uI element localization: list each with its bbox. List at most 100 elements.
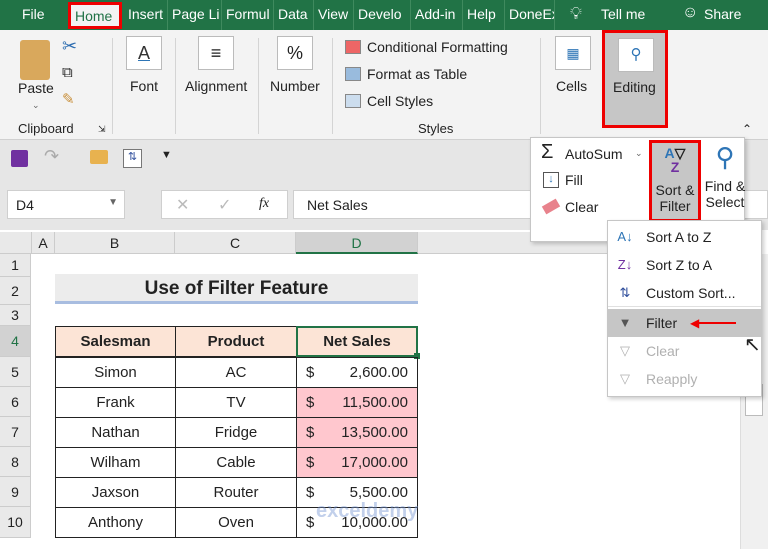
- magnifier-icon: ⚲: [715, 142, 735, 172]
- tab-insert[interactable]: Insert: [124, 0, 168, 30]
- header-salesman[interactable]: Salesman: [55, 326, 176, 357]
- cell-net-sales[interactable]: $11,500.00: [296, 387, 418, 418]
- cell-net-sales[interactable]: $2,600.00: [296, 357, 418, 388]
- format-painter-icon[interactable]: ✎: [62, 90, 75, 108]
- sort-z-to-a-icon: Z↓: [617, 257, 633, 272]
- cells-button[interactable]: Cells: [556, 78, 587, 94]
- row-header-5[interactable]: 5: [0, 357, 31, 387]
- header-net-sales-selected[interactable]: Net Sales: [296, 326, 418, 357]
- chevron-down-icon[interactable]: ▼: [108, 197, 118, 208]
- redo-icon[interactable]: ↷: [44, 146, 59, 167]
- tab-data[interactable]: Data: [274, 0, 314, 30]
- menu-item-filter[interactable]: ▼ Filter ◀: [608, 309, 761, 337]
- fill-button[interactable]: Fill: [565, 172, 583, 188]
- insert-function-button[interactable]: fx: [259, 196, 269, 212]
- save-icon[interactable]: [11, 150, 28, 167]
- cell-product[interactable]: Cable: [175, 447, 297, 478]
- row-header-4[interactable]: 4: [0, 326, 31, 357]
- menu-item-sort-a-to-z[interactable]: A↓ Sort A to Z: [608, 223, 761, 251]
- select-all-corner[interactable]: [0, 232, 32, 254]
- alignment-button[interactable]: Alignment: [185, 78, 247, 94]
- cell-salesman[interactable]: Simon: [55, 357, 176, 388]
- number-percent-icon[interactable]: %: [277, 36, 313, 70]
- number-button[interactable]: Number: [270, 78, 320, 94]
- row-header-7[interactable]: 7: [0, 417, 31, 447]
- row-header-8[interactable]: 8: [0, 447, 31, 477]
- row-header-2[interactable]: 2: [0, 277, 31, 305]
- sort-and-filter-button[interactable]: A▽ Z Sort & Filter: [649, 140, 701, 222]
- menu-label: Reapply: [646, 371, 698, 387]
- tab-help[interactable]: Help: [463, 0, 505, 30]
- name-box[interactable]: D4 ▼: [7, 190, 125, 219]
- menu-item-reapply[interactable]: ▽ Reapply: [608, 365, 761, 393]
- cell-salesman[interactable]: Frank: [55, 387, 176, 418]
- currency-symbol: $: [306, 514, 315, 531]
- cell-product[interactable]: Oven: [175, 507, 297, 538]
- tell-me-search[interactable]: Tell me: [601, 6, 645, 22]
- customize-qat-icon[interactable]: ▼: [161, 149, 172, 161]
- tab-page-layout[interactable]: Page Li: [168, 0, 222, 30]
- cell-salesman[interactable]: Anthony: [55, 507, 176, 538]
- column-header-a[interactable]: A: [32, 232, 55, 254]
- paste-icon[interactable]: [20, 40, 50, 80]
- sort-filter-label-1: Sort &: [655, 182, 695, 198]
- tab-file[interactable]: File: [18, 0, 49, 30]
- custom-sort-icon: ⇅: [619, 285, 631, 300]
- enter-check-icon[interactable]: ✓: [218, 195, 231, 215]
- cell-salesman[interactable]: Wilham: [55, 447, 176, 478]
- tab-view[interactable]: View: [314, 0, 354, 30]
- sheet-title[interactable]: Use of Filter Feature: [55, 274, 418, 304]
- cell-product[interactable]: AC: [175, 357, 297, 388]
- tab-home[interactable]: Home: [68, 2, 122, 29]
- font-icon[interactable]: A: [126, 36, 162, 70]
- row-header-6[interactable]: 6: [0, 387, 31, 417]
- cut-icon[interactable]: ✂: [62, 36, 77, 57]
- formula-buttons: ✕ ✓ fx: [161, 190, 288, 219]
- row-header-3[interactable]: 3: [0, 305, 31, 326]
- paste-button[interactable]: Paste: [18, 80, 54, 96]
- collapse-ribbon-icon[interactable]: ⌃: [742, 122, 752, 136]
- editing-button[interactable]: ⚲ Editing: [602, 30, 668, 128]
- column-header-c[interactable]: C: [175, 232, 296, 254]
- dialog-launcher-icon[interactable]: ⇲: [98, 124, 106, 135]
- find-and-select-button[interactable]: ⚲ Find & Select: [701, 142, 749, 210]
- chevron-down-icon[interactable]: ⌄: [32, 100, 40, 111]
- copy-icon[interactable]: ⧉: [62, 64, 73, 81]
- tab-formulas[interactable]: Formul: [222, 0, 274, 30]
- autosum-button[interactable]: AutoSum: [565, 146, 623, 162]
- cell-net-sales[interactable]: $13,500.00: [296, 417, 418, 448]
- alignment-icon[interactable]: ≡: [198, 36, 234, 70]
- conditional-formatting-button[interactable]: Conditional Formatting: [367, 39, 508, 55]
- row-header-1[interactable]: 1: [0, 254, 31, 277]
- menu-label: Filter: [646, 315, 678, 331]
- cancel-icon[interactable]: ✕: [176, 195, 189, 215]
- column-header-d[interactable]: D: [296, 232, 418, 254]
- clear-button[interactable]: Clear: [565, 199, 598, 215]
- cell-styles-icon: [345, 94, 361, 108]
- menu-item-clear[interactable]: ▽ Clear: [608, 337, 761, 365]
- format-as-table-button[interactable]: Format as Table: [367, 66, 467, 82]
- cell-salesman[interactable]: Jaxson: [55, 477, 176, 508]
- menu-item-sort-z-to-a[interactable]: Z↓ Sort Z to A: [608, 251, 761, 279]
- sort-icon[interactable]: ⇅: [123, 149, 142, 168]
- tab-developer[interactable]: Develo: [354, 0, 411, 30]
- cell-product[interactable]: Router: [175, 477, 297, 508]
- font-button[interactable]: Font: [130, 78, 158, 94]
- row-header-10[interactable]: 10: [0, 507, 31, 538]
- share-button[interactable]: Share: [704, 6, 741, 22]
- sort-filter-label-2: Filter: [659, 198, 691, 214]
- cell-styles-button[interactable]: Cell Styles: [367, 93, 433, 109]
- cell-product[interactable]: Fridge: [175, 417, 297, 448]
- cell-net-sales[interactable]: $17,000.00: [296, 447, 418, 478]
- column-header-b[interactable]: B: [55, 232, 175, 254]
- cells-grid-icon[interactable]: ▦: [555, 36, 591, 70]
- header-product[interactable]: Product: [175, 326, 297, 357]
- cell-product[interactable]: TV: [175, 387, 297, 418]
- menu-item-custom-sort[interactable]: ⇅ Custom Sort...: [608, 279, 761, 307]
- tab-doneex[interactable]: DoneEx: [505, 0, 555, 30]
- cell-salesman[interactable]: Nathan: [55, 417, 176, 448]
- chevron-down-icon[interactable]: ⌄: [635, 148, 643, 159]
- open-folder-icon[interactable]: [90, 150, 108, 164]
- tab-add-ins[interactable]: Add-in: [411, 0, 463, 30]
- row-header-9[interactable]: 9: [0, 477, 31, 507]
